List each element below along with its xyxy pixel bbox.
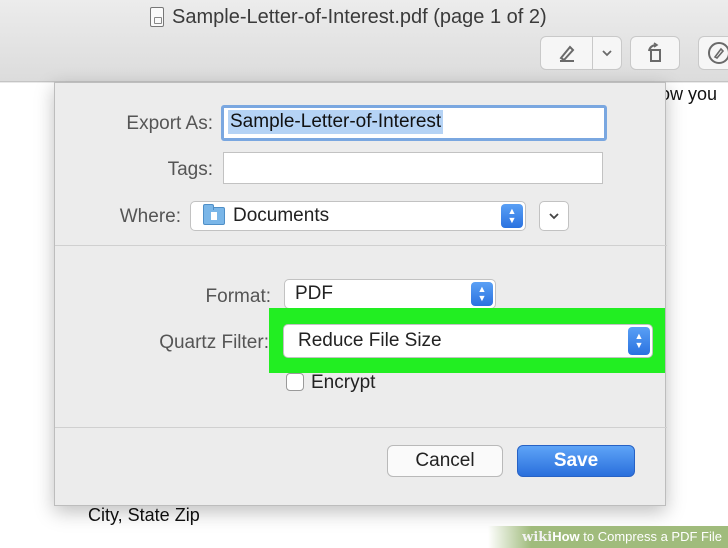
- where-value: Documents: [233, 205, 330, 226]
- window-titlebar: Sample-Letter-of-Interest.pdf (page 1 of…: [0, 0, 728, 82]
- quartz-filter-popup[interactable]: Reduce File Size ▲ ▼: [283, 324, 653, 358]
- where-label: Where:: [119, 206, 181, 227]
- watermark: wikiHow to Compress a PDF File: [522, 529, 722, 545]
- markup-icon: [559, 45, 575, 62]
- expand-browser-button[interactable]: [539, 201, 569, 231]
- markup-menu-button[interactable]: [593, 37, 621, 69]
- annotate-button-group: [698, 36, 728, 70]
- watermark-brand: wiki: [522, 530, 553, 545]
- rotate-icon: [648, 42, 661, 62]
- watermark-title: to Compress a PDF File: [579, 529, 722, 544]
- export-as-label: Export As:: [126, 113, 213, 134]
- quartz-filter-value: Reduce File Size: [298, 330, 442, 351]
- annotate-icon: [707, 42, 728, 64]
- cancel-button[interactable]: Cancel: [387, 445, 503, 477]
- document-text-address: City, State Zip: [88, 505, 200, 525]
- save-button[interactable]: Save: [517, 445, 635, 477]
- chevron-down-icon: [549, 213, 559, 220]
- export-dialog: Export As: Sample-Letter-of-Interest Tag…: [54, 82, 667, 506]
- format-label: Format:: [205, 286, 271, 307]
- format-popup[interactable]: PDF ▲ ▼: [284, 279, 496, 309]
- section-divider: [55, 245, 667, 246]
- markup-button[interactable]: [541, 37, 592, 69]
- tags-field[interactable]: [223, 152, 603, 184]
- markup-toolbar-group: [540, 36, 622, 70]
- popup-stepper-icon: ▲ ▼: [501, 204, 523, 228]
- rotate-button[interactable]: [631, 37, 679, 69]
- export-as-value: Sample-Letter-of-Interest: [228, 110, 444, 134]
- annotate-button[interactable]: [699, 37, 728, 69]
- quartz-filter-label: Quartz Filter:: [159, 332, 269, 353]
- format-value: PDF: [295, 283, 333, 304]
- rotate-button-group: [630, 36, 680, 70]
- window-title: Sample-Letter-of-Interest.pdf (page 1 of…: [172, 5, 547, 28]
- window-title-group: Sample-Letter-of-Interest.pdf (page 1 of…: [150, 4, 547, 30]
- buttons-divider: [55, 427, 667, 428]
- document-text-fragment: ow you: [660, 84, 718, 104]
- encrypt-label: Encrypt: [311, 372, 376, 393]
- folder-icon: [203, 204, 225, 225]
- where-popup[interactable]: Documents ▲ ▼: [190, 201, 526, 231]
- encrypt-checkbox[interactable]: [286, 373, 304, 391]
- watermark-how: How: [552, 529, 580, 544]
- popup-stepper-icon: ▲ ▼: [471, 282, 493, 306]
- chevron-down-icon: [602, 50, 612, 57]
- pdf-document-icon: [150, 7, 164, 27]
- tags-label: Tags:: [167, 159, 213, 180]
- export-as-field[interactable]: Sample-Letter-of-Interest: [221, 105, 607, 141]
- popup-stepper-icon: ▲ ▼: [628, 327, 650, 355]
